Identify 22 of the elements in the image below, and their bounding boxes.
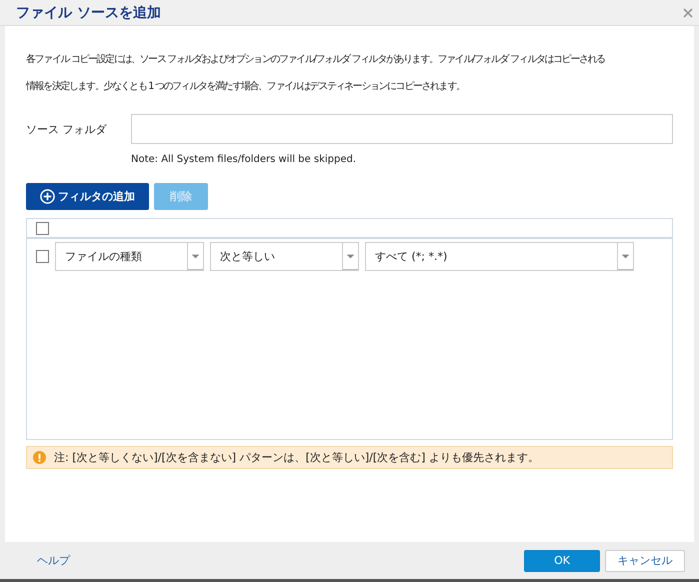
note-text: Note: All System files/folders will be skipped. bbox=[131, 154, 358, 165]
dropdown[interactable]: ファイルの種類 bbox=[55, 242, 204, 271]
source-folder-field[interactable] bbox=[131, 114, 673, 144]
cancel-button[interactable]: キャンセル bbox=[605, 550, 685, 572]
checkbox[interactable] bbox=[36, 222, 49, 234]
close-icon[interactable] bbox=[683, 8, 693, 18]
caret-icon bbox=[187, 243, 203, 270]
help-link[interactable]: ヘルプ bbox=[37, 553, 519, 568]
dropdown[interactable]: 次と等しい bbox=[210, 242, 359, 271]
window-title: ファイル ソースを追加 bbox=[16, 4, 161, 22]
caret-icon bbox=[617, 243, 633, 270]
field-label: ソース フォルダ bbox=[26, 122, 108, 136]
add-filter-button[interactable]: フィルタの追加 bbox=[26, 183, 149, 210]
warning-icon bbox=[33, 451, 46, 464]
dropdown[interactable]: すべて (*; *.*) bbox=[365, 242, 634, 271]
checkbox[interactable] bbox=[36, 250, 49, 263]
description-text: 情報を決定します。少なくとも 1 つのフィルタを満たす場合、ファイルはデスティネーションにコピーされます。 bbox=[26, 80, 465, 94]
plus-icon bbox=[40, 189, 55, 204]
description-text: 各ファイル コピー設定には、ソース フォルダおよびオプションのファイル/フォルダ フィルタがあります。ファイル/フォルダ フィルタはコピーされる bbox=[26, 52, 605, 67]
ok-button[interactable]: OK bbox=[524, 550, 600, 572]
caret-icon bbox=[342, 243, 358, 270]
warning-text: 注: [次と等しくない]/[次を含まない] パターンは、[次と等しい]/[次を含む] よりも優先されます。 bbox=[54, 450, 539, 465]
